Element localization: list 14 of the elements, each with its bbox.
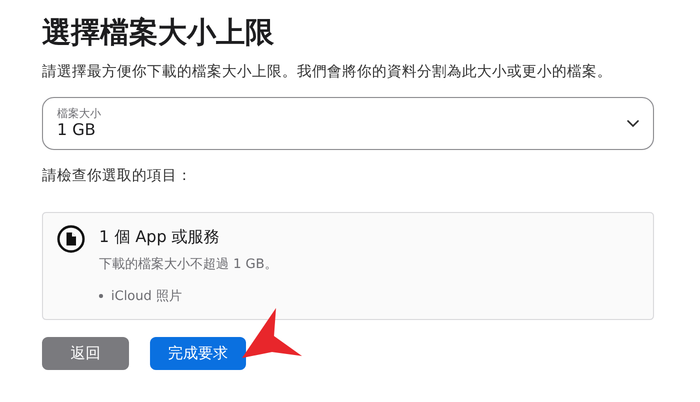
page-title: 選擇檔案大小上限 — [42, 14, 275, 51]
summary-note: 下載的檔案大小不超過 1 GB。 — [99, 256, 278, 274]
select-label: 檔案大小 — [57, 106, 101, 120]
review-heading: 請檢查你選取的項目： — [42, 167, 193, 186]
document-icon — [57, 225, 85, 254]
chevron-down-icon — [627, 120, 639, 128]
summary-title: 1 個 App 或服務 — [99, 226, 221, 248]
file-size-select[interactable]: 檔案大小 1 GB — [42, 97, 654, 150]
select-value: 1 GB — [57, 120, 97, 141]
list-item: iCloud 照片 — [111, 288, 182, 306]
bullet-icon — [99, 294, 103, 298]
description-text: 請選擇最方便你下載的檔案大小上限。我們會將你的資料分割為此大小或更小的檔案。 — [42, 62, 613, 82]
back-button[interactable]: 返回 — [42, 337, 129, 370]
submit-button[interactable]: 完成要求 — [150, 337, 246, 370]
